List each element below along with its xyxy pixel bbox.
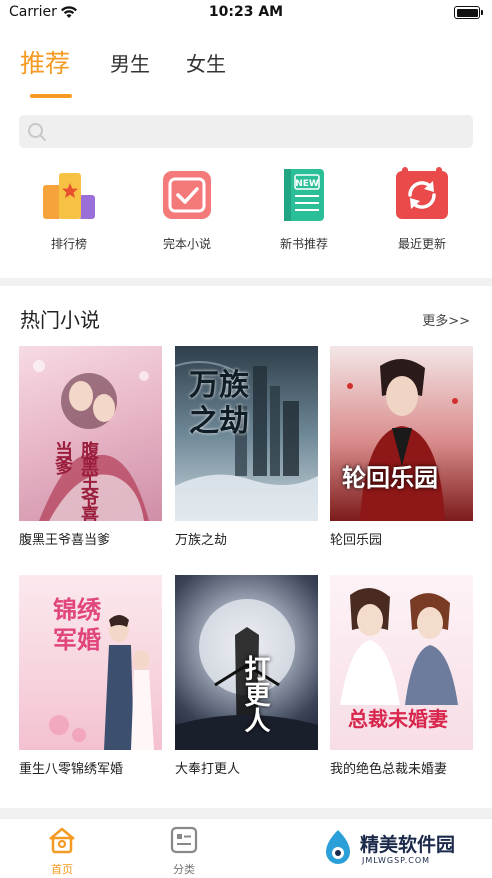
watermark-logo-icon [326,830,350,864]
book-title: 万族之劫 [175,533,228,548]
search-icon [28,123,46,141]
bottom-divider [0,808,492,818]
site-watermark: 精美软件园 JMLWGSP.COM [320,826,480,870]
book-card[interactable]: 打更人 大奉打更人 [175,575,318,777]
book-title: 重生八零锦绣军婚 [19,762,124,777]
book-title: 腹黑王爷喜当爹 [19,533,111,548]
quick-finished-label: 完本小说 [162,237,211,251]
quick-ranking-label: 排行榜 [50,237,87,251]
search-input[interactable] [55,115,455,148]
book-cover: 锦绣军婚 [19,575,162,750]
watermark-title: 精美软件园 [360,834,456,856]
book-cover: 总裁未婚妻 [330,575,473,750]
quick-new-books-label: 新书推荐 [279,237,328,251]
svg-text:NEW: NEW [295,179,319,189]
book-card[interactable]: 轮回乐园 轮回乐园 [330,346,473,548]
nav-category[interactable]: 分类 [149,825,219,877]
new-book-icon: NEW [274,165,334,225]
refresh-icon [392,165,452,225]
book-title: 轮回乐园 [330,533,383,548]
quick-new-books[interactable]: NEW 新书推荐 [254,165,354,252]
more-link[interactable]: 更多>> [422,310,470,329]
section-title: 热门小说 [20,308,100,332]
book-card[interactable]: 腹黑王爷喜当爹 腹黑王爷喜当爹 [19,346,162,548]
nav-category-label: 分类 [173,863,195,876]
quick-finished[interactable]: 完本小说 [137,165,237,252]
book-cover: 轮回乐园 [330,346,473,521]
section-divider [0,278,492,286]
ranking-icon [39,165,99,225]
book-title: 我的绝色总裁未婚妻 [330,762,448,777]
tab-indicator [30,94,72,98]
cover-title: 轮回乐园 [342,463,438,492]
quick-recent-updates-label: 最近更新 [397,237,446,251]
quick-recent-updates[interactable]: 最近更新 [372,165,472,252]
cover-title: 万族之劫 [189,368,249,439]
book-cover: 万族之劫 [175,346,318,521]
book-card[interactable]: 万族之劫 万族之劫 [175,346,318,548]
quick-ranking[interactable]: 排行榜 [19,165,119,252]
nav-home[interactable]: 首页 [27,825,97,877]
book-card[interactable]: 锦绣军婚 重生八零锦绣军婚 [19,575,162,777]
clock: 10:23 AM [208,4,284,20]
tab-male[interactable]: 男生 [110,48,150,77]
book-card[interactable]: 总裁未婚妻 我的绝色总裁未婚妻 [330,575,473,777]
tab-female[interactable]: 女生 [186,48,226,77]
cover-title: 打更人 [240,655,270,733]
book-title: 大奉打更人 [175,762,241,777]
status-bar: Carrier 10:23 AM [0,0,492,28]
watermark-subtitle: JMLWGSP.COM [362,856,431,865]
book-cover: 打更人 [175,575,318,750]
cover-title: 腹黑王爷喜当爹 [52,441,99,521]
category-icon [170,826,198,854]
home-icon [49,827,75,854]
cover-title: 锦绣军婚 [53,595,101,654]
book-cover: 腹黑王爷喜当爹 [19,346,162,521]
finished-check-icon [157,165,217,225]
tab-recommend[interactable]: 推荐 [20,44,70,80]
battery-icon [454,6,483,19]
cover-title: 总裁未婚妻 [348,707,448,731]
nav-home-label: 首页 [51,863,73,876]
search-bar[interactable] [19,115,473,148]
